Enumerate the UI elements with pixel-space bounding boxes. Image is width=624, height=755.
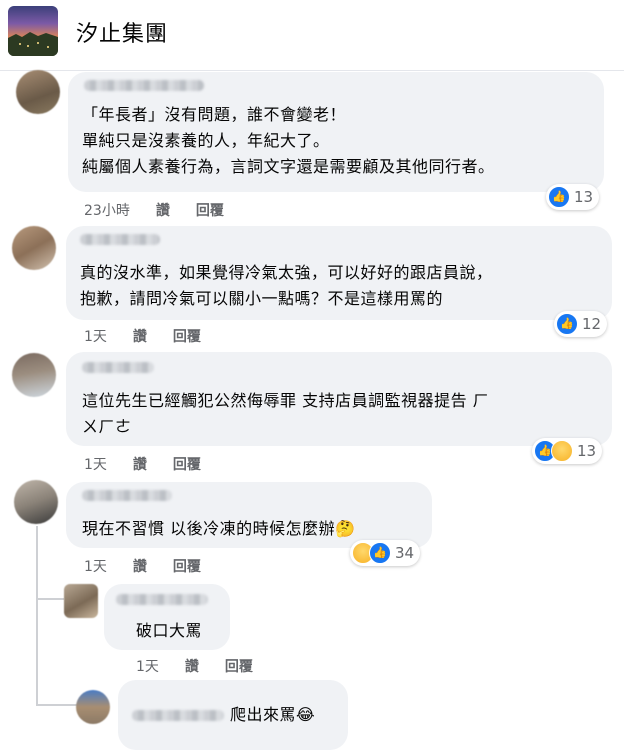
thread-connector bbox=[36, 704, 78, 706]
commenter-name-blurred[interactable] bbox=[80, 234, 160, 245]
commenter-name-blurred[interactable] bbox=[132, 710, 224, 721]
commenter-name-blurred[interactable] bbox=[82, 362, 154, 373]
comment-meta: 23小時 讚 回覆 bbox=[84, 200, 250, 220]
like-reaction-icon: 👍 bbox=[369, 542, 391, 564]
comment-text-line: ㄨㄏㄜ bbox=[82, 417, 132, 436]
comment-meta: 1天 讚 回覆 bbox=[84, 454, 227, 474]
avatar[interactable] bbox=[64, 584, 98, 618]
reaction-summary[interactable]: 👍 12 bbox=[554, 311, 608, 337]
commenter-name-blurred[interactable] bbox=[116, 594, 208, 605]
comment-time[interactable]: 1天 bbox=[84, 556, 107, 576]
reply-text: 爬出來罵😂 bbox=[230, 705, 316, 724]
comment-meta: 1天 讚 回覆 bbox=[84, 326, 227, 346]
reaction-summary[interactable]: 👍 13 bbox=[546, 184, 600, 210]
like-reaction-icon: 👍 bbox=[548, 186, 570, 208]
reaction-count: 13 bbox=[574, 188, 594, 206]
like-button[interactable]: 讚 bbox=[185, 656, 199, 676]
comment-text-line: 現在不習慣 以後冷凍的時候怎麼辦🤔 bbox=[82, 519, 356, 538]
reply-time[interactable]: 1天 bbox=[136, 656, 159, 676]
group-header: 汐止集團 bbox=[0, 0, 624, 71]
reply-button[interactable]: 回覆 bbox=[173, 326, 201, 346]
commenter-name-blurred[interactable] bbox=[82, 490, 172, 501]
reply-button[interactable]: 回覆 bbox=[173, 556, 201, 576]
commenter-name-blurred[interactable] bbox=[84, 80, 204, 91]
reaction-summary[interactable]: 👍 34 bbox=[350, 540, 421, 566]
reply-button[interactable]: 回覆 bbox=[225, 656, 253, 676]
avatar[interactable] bbox=[12, 226, 56, 270]
reply-text: 破口大罵 bbox=[136, 621, 203, 640]
group-cover-image[interactable] bbox=[8, 6, 58, 56]
like-button[interactable]: 讚 bbox=[133, 454, 147, 474]
comment-text-line: 「年長者」沒有問題，誰不會變老！ bbox=[82, 105, 347, 124]
thread-connector bbox=[36, 526, 38, 706]
comment-text-line: 這位先生已經觸犯公然侮辱罪 支持店員調監視器提告 ㄏ bbox=[82, 391, 490, 410]
avatar[interactable] bbox=[76, 690, 110, 724]
comment-time[interactable]: 23小時 bbox=[84, 200, 130, 220]
reaction-summary[interactable]: 👍 13 bbox=[532, 438, 603, 464]
reply-button[interactable]: 回覆 bbox=[196, 200, 224, 220]
like-button[interactable]: 讚 bbox=[156, 200, 170, 220]
comment-text-line: 抱歉，請問冷氣可以關小一點嗎？不是這樣用罵的 bbox=[80, 289, 444, 308]
like-button[interactable]: 讚 bbox=[133, 556, 147, 576]
reaction-count: 34 bbox=[395, 544, 415, 562]
reply-meta: 1天 讚 回覆 bbox=[136, 656, 279, 676]
avatar[interactable] bbox=[16, 70, 60, 114]
reaction-count: 12 bbox=[582, 315, 602, 333]
group-name[interactable]: 汐止集團 bbox=[76, 16, 168, 48]
avatar[interactable] bbox=[12, 353, 56, 397]
comment-text-line: 真的沒水準，如果覺得冷氣太強，可以好好的跟店員說， bbox=[80, 263, 493, 282]
comment-meta: 1天 讚 回覆 bbox=[84, 556, 227, 576]
comment-time[interactable]: 1天 bbox=[84, 454, 107, 474]
comment-text-line: 純屬個人素養行為，言詞文字還是需要顧及其他同行者。 bbox=[82, 157, 495, 176]
reply-button[interactable]: 回覆 bbox=[173, 454, 201, 474]
like-reaction-icon: 👍 bbox=[556, 313, 578, 335]
avatar[interactable] bbox=[14, 480, 58, 524]
comment-text-line: 單純只是沒素養的人，年紀大了。 bbox=[82, 131, 330, 150]
like-button[interactable]: 讚 bbox=[133, 326, 147, 346]
reaction-count: 13 bbox=[577, 442, 597, 460]
thread-connector bbox=[36, 598, 64, 600]
comment-time[interactable]: 1天 bbox=[84, 326, 107, 346]
haha-reaction-icon bbox=[551, 440, 573, 462]
